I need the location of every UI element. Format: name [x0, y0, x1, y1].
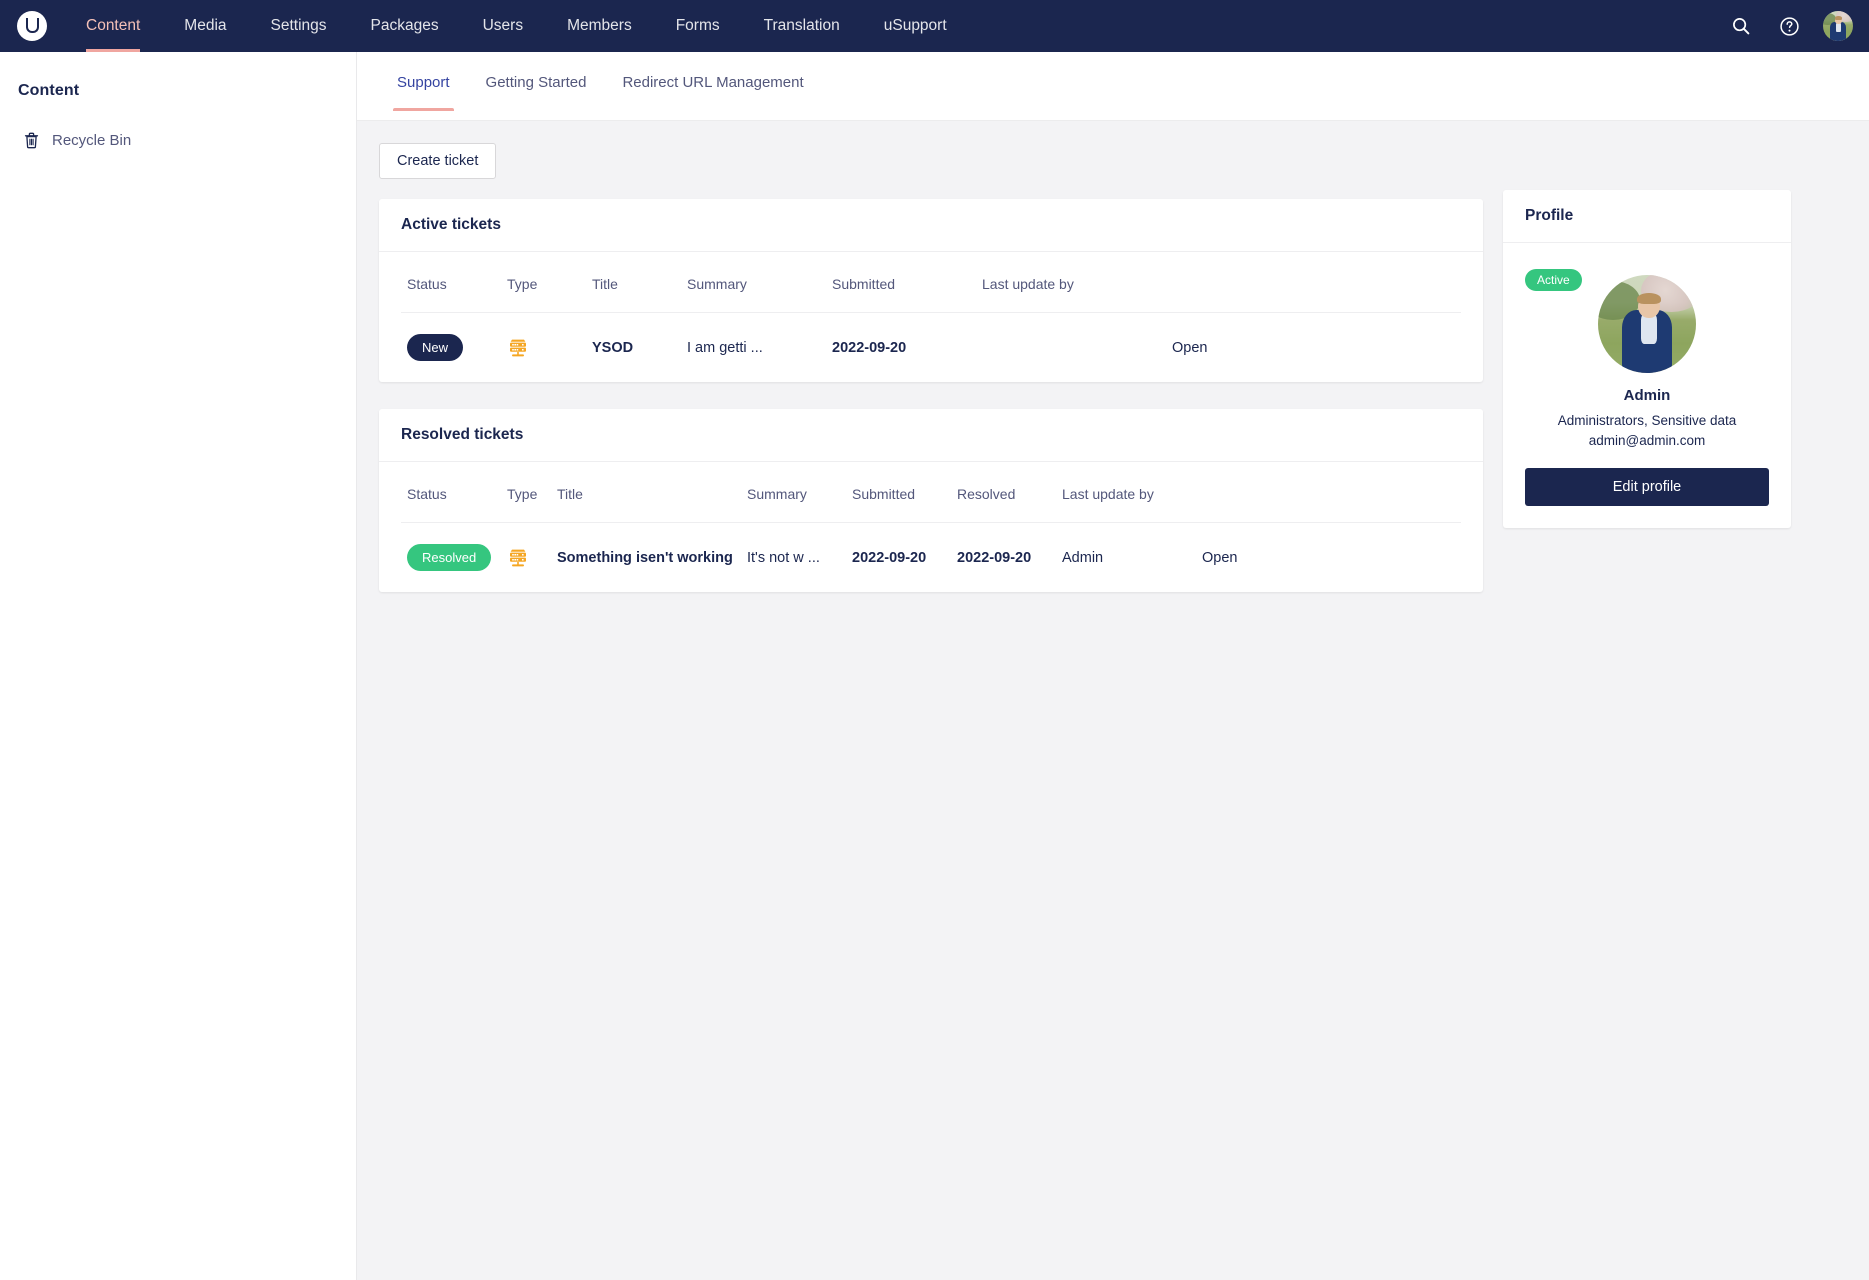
- avatar-photo: [1598, 275, 1696, 373]
- topnav-item-content[interactable]: Content: [64, 0, 162, 52]
- tab-redirect-url-management[interactable]: Redirect URL Management: [604, 52, 821, 111]
- help-circle-icon[interactable]: [1775, 12, 1803, 40]
- profile-avatar[interactable]: [1598, 275, 1696, 373]
- table-row[interactable]: New YSOD I am getti ... 2022-09-20 Open: [401, 313, 1461, 383]
- column-header-action: [1196, 462, 1461, 523]
- column-header-summary: Summary: [681, 252, 826, 313]
- resolved-tickets-title: Resolved tickets: [379, 409, 1483, 462]
- sidebar: Content Recycle Bin: [0, 52, 357, 1280]
- trash-icon: [24, 132, 39, 149]
- umbraco-logo-icon: [17, 11, 47, 41]
- status-badge: Active: [1525, 269, 1582, 291]
- active-tickets-title: Active tickets: [379, 199, 1483, 252]
- avatar-photo: [1823, 11, 1853, 41]
- cell-title: Something isen't working: [557, 549, 733, 566]
- column-header-title: Title: [586, 252, 681, 313]
- server-stack-icon: [507, 546, 545, 570]
- profile-groups: Administrators, Sensitive data: [1557, 413, 1737, 428]
- table-header-row: Status Type Title Summary Submitted Last…: [401, 252, 1461, 313]
- column-header-last-update-by: Last update by: [1056, 462, 1196, 523]
- topnav-item-settings[interactable]: Settings: [249, 0, 349, 52]
- create-ticket-button[interactable]: Create ticket: [379, 143, 497, 179]
- column-header-submitted: Submitted: [846, 462, 951, 523]
- tickets-column: Create ticket Active tickets Status Type…: [379, 143, 1483, 619]
- open-ticket-link[interactable]: Open: [1166, 313, 1461, 383]
- cell-title: YSOD: [592, 339, 634, 356]
- resolved-tickets-panel: Resolved tickets Status Type Title Summa…: [379, 409, 1483, 592]
- umbraco-logo-button[interactable]: [0, 0, 64, 52]
- topnav-item-forms[interactable]: Forms: [654, 0, 742, 52]
- cell-summary: I am getti ...: [687, 339, 763, 356]
- tab-support[interactable]: Support: [379, 52, 468, 111]
- cell-status: Resolved: [401, 523, 501, 593]
- topnav-item-packages[interactable]: Packages: [349, 0, 461, 52]
- main-content: Support Getting Started Redirect URL Manag…: [357, 52, 1869, 1280]
- cell-status: New: [401, 313, 501, 383]
- search-icon[interactable]: [1727, 12, 1755, 40]
- column-header-action: [1166, 252, 1461, 313]
- table-row[interactable]: Resolved Something isen't working It's n…: [401, 523, 1461, 593]
- column-header-type: Type: [501, 462, 551, 523]
- cell-type: [501, 313, 586, 383]
- profile-email: admin@admin.com: [1588, 432, 1706, 448]
- sidebar-title: Content: [18, 82, 80, 99]
- top-navigation-bar: Content Media Settings Packages Users Members…: [0, 0, 1869, 52]
- topnav-item-users[interactable]: Users: [461, 0, 545, 52]
- topnav-item-usupport[interactable]: uSupport: [862, 0, 969, 52]
- open-ticket-link[interactable]: Open: [1196, 523, 1461, 593]
- topnav-item-translation[interactable]: Translation: [742, 0, 862, 52]
- sub-navigation-tabs: Support Getting Started Redirect URL Manag…: [357, 52, 1869, 121]
- top-navigation-items: Content Media Settings Packages Users Members…: [64, 0, 969, 52]
- sidebar-item-recycle-bin[interactable]: Recycle Bin: [0, 122, 356, 159]
- active-tickets-table: Status Type Title Summary Submitted Last…: [401, 252, 1461, 382]
- column-header-last-update-by: Last update by: [976, 252, 1166, 313]
- column-header-status: Status: [401, 252, 501, 313]
- table-header-row: Status Type Title Summary Submitted Reso…: [401, 462, 1461, 523]
- status-badge[interactable]: New: [407, 334, 464, 361]
- edit-profile-button[interactable]: Edit profile: [1525, 468, 1769, 507]
- active-tickets-body: Status Type Title Summary Submitted Last…: [379, 252, 1483, 382]
- cell-type: [501, 523, 551, 593]
- profile-panel: Profile Active Admin Administrators, Sen…: [1503, 190, 1791, 529]
- cell-last-update-by: Admin: [1062, 549, 1104, 566]
- cell-summary: It's not w ...: [747, 549, 820, 566]
- topnav-item-media[interactable]: Media: [162, 0, 248, 52]
- cell-submitted: 2022-09-20: [832, 339, 907, 356]
- cell-last-update-by: [976, 313, 1166, 383]
- content-area: Create ticket Active tickets Status Type…: [357, 121, 1869, 619]
- status-badge[interactable]: Resolved: [407, 544, 492, 571]
- profile-name: Admin: [1623, 387, 1671, 404]
- column-header-status: Status: [401, 462, 501, 523]
- cell-resolved: 2022-09-20: [957, 549, 1032, 566]
- topnav-item-members[interactable]: Members: [545, 0, 654, 52]
- tab-getting-started[interactable]: Getting Started: [468, 52, 605, 111]
- profile-title: Profile: [1503, 190, 1791, 243]
- column-header-summary: Summary: [741, 462, 846, 523]
- column-header-title: Title: [551, 462, 741, 523]
- sidebar-item-label: Recycle Bin: [52, 132, 132, 149]
- resolved-tickets-body: Status Type Title Summary Submitted Reso…: [379, 462, 1483, 592]
- server-stack-icon: [507, 336, 580, 360]
- active-tickets-panel: Active tickets Status Type Title Summary…: [379, 199, 1483, 382]
- profile-column: Profile Active Admin Administrators, Sen…: [1503, 143, 1791, 555]
- top-navigation-actions: [1727, 11, 1869, 41]
- column-header-type: Type: [501, 252, 586, 313]
- profile-body: Active Admin Administrators, Sensitive d…: [1503, 243, 1791, 528]
- resolved-tickets-table: Status Type Title Summary Submitted Reso…: [401, 462, 1461, 592]
- user-avatar[interactable]: [1823, 11, 1853, 41]
- column-header-submitted: Submitted: [826, 252, 976, 313]
- column-header-resolved: Resolved: [951, 462, 1056, 523]
- cell-submitted: 2022-09-20: [852, 549, 927, 566]
- profile-status-badge-wrap: Active: [1525, 269, 1582, 291]
